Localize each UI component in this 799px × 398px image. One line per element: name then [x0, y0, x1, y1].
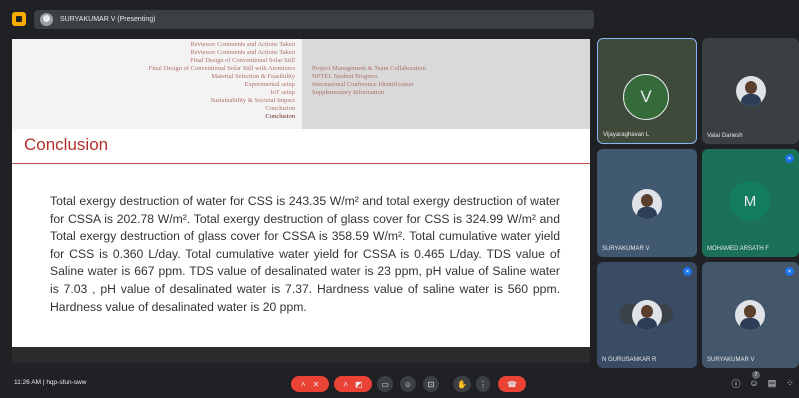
muted-mic-icon: ✕ [683, 267, 692, 276]
slide-nav-right: Project Management & Team Collaboration … [302, 39, 590, 129]
participant-name: Vijayaraghavan L [603, 132, 650, 138]
participant-name: Valai Ganesh [707, 133, 743, 139]
slide-nav-item: Project Management & Team Collaboration [312, 65, 426, 72]
slide-nav-item: Supplementary Information [312, 89, 385, 96]
presenter-chip[interactable]: SURYAKUMAR V (Presenting) [34, 10, 594, 29]
leave-call-button[interactable]: ☎ [498, 376, 526, 392]
top-bar: SURYAKUMAR V (Presenting) [0, 0, 799, 38]
slide-nav-item: NPTEL Student Progress [312, 73, 378, 80]
captions-button[interactable]: ▭ [377, 376, 393, 392]
mic-toggle-button[interactable]: ˄ ✕ [291, 376, 329, 392]
current-time: 11:26 AM [14, 379, 41, 386]
emoji-button[interactable]: ☺ [400, 376, 416, 392]
participant-tile[interactable]: Valai Ganesh [702, 38, 799, 144]
info-icon: ⓘ [731, 378, 741, 389]
separator: | [42, 379, 45, 386]
muted-mic-icon: ✕ [785, 267, 794, 276]
participant-name: SURYAKUMAR V [602, 246, 650, 252]
more-vertical-icon: ⋮ [479, 379, 487, 389]
hand-icon: ✋ [457, 379, 467, 389]
participant-photo [736, 76, 766, 106]
apps-grid-icon: ⁘ [786, 377, 794, 388]
slide-nav-item: Sustainability & Societal Impact [210, 97, 295, 104]
chat-icon: ▤ [767, 377, 777, 388]
raise-hand-button[interactable]: ✋ [453, 376, 471, 392]
participant-tile[interactable]: ✕ N GURUSANKAR R [597, 262, 697, 368]
meeting-details-button[interactable]: ⓘ [729, 376, 743, 390]
hangup-icon: ☎ [507, 379, 517, 389]
slide-title: Conclusion [24, 135, 109, 154]
slide-nav-item: Reviewer Comments and Actions Taken [190, 41, 296, 48]
slide-body-text: Total exergy destruction of water for CS… [50, 194, 560, 314]
more-options-button[interactable]: ⋮ [476, 376, 490, 392]
meet-logo-icon [12, 12, 26, 26]
participant-tile[interactable]: ✕ SURYAKUMAR V [702, 262, 799, 368]
slide-nav-item-current: Conclusion [265, 113, 295, 120]
slide-nav-item: Conclusion [265, 105, 295, 112]
meeting-code: hqp-sfun-sww [46, 379, 87, 386]
shared-slide: Reviewer Comments and Actions Taken Revi… [12, 39, 590, 347]
slide-title-divider [12, 163, 590, 164]
activities-button[interactable]: ⁘ [783, 376, 797, 390]
slide-nav-item: Final Design of Conventional Solar Still… [148, 65, 295, 72]
present-button[interactable]: ⊡ [423, 376, 439, 392]
participant-name: MOHAMED ARSATH F [707, 246, 769, 252]
camera-toggle-button[interactable]: ˄ ◩ [334, 376, 372, 392]
participant-name: SURYAKUMAR V [707, 357, 755, 363]
camera-off-icon: ◩ [355, 379, 363, 389]
slide-nav-item: IoT setup [270, 89, 295, 96]
participant-avatar-initial: V [623, 74, 669, 120]
chat-button[interactable]: ▤ [765, 376, 779, 390]
slide-nav: Reviewer Comments and Actions Taken Revi… [12, 39, 590, 129]
chevron-up-icon: ˄ [343, 379, 349, 389]
slide-nav-item: International Conference Identification [312, 81, 414, 88]
people-icon: ☺ [749, 378, 759, 388]
participant-photo [632, 300, 662, 330]
participant-tile[interactable]: V Vijayaraghavan L [597, 38, 697, 144]
muted-mic-icon: ✕ [785, 154, 794, 163]
captions-icon: ▭ [381, 379, 389, 389]
participant-avatar-initial: M [730, 181, 770, 221]
participant-tile[interactable]: SURYAKUMAR V [597, 149, 697, 257]
participant-photo [632, 189, 662, 219]
slide-nav-item: Final Design of Conventional Solar Still [190, 57, 295, 64]
slide-nav-left: Reviewer Comments and Actions Taken Revi… [12, 41, 295, 121]
slide-nav-item: Reviewer Comments and Actions Taken [190, 49, 296, 56]
bottom-control-bar: 11:26 AM | hqp-sfun-sww ˄ ✕ ˄ ◩ ▭ ☺ ⊡ ✋ … [0, 368, 799, 398]
slide-footer-bar [12, 347, 590, 363]
participant-name: N GURUSANKAR R [602, 357, 657, 363]
presenter-label: SURYAKUMAR V (Presenting) [60, 16, 156, 23]
present-screen-icon: ⊡ [427, 379, 435, 389]
meeting-info: 11:26 AM | hqp-sfun-sww [14, 379, 86, 386]
participant-tile[interactable]: ✕ M MOHAMED ARSATH F [702, 149, 799, 257]
presenter-avatar [40, 13, 53, 26]
participant-photo [735, 300, 765, 330]
participant-count-badge: 7 [752, 371, 760, 379]
chevron-up-icon: ˄ [300, 379, 306, 389]
slide-nav-item: Experimental setup [244, 81, 295, 88]
slide-nav-item: Material Selection & Feasibility [211, 73, 295, 80]
emoji-icon: ☺ [403, 379, 413, 389]
mic-off-icon: ✕ [312, 379, 320, 389]
